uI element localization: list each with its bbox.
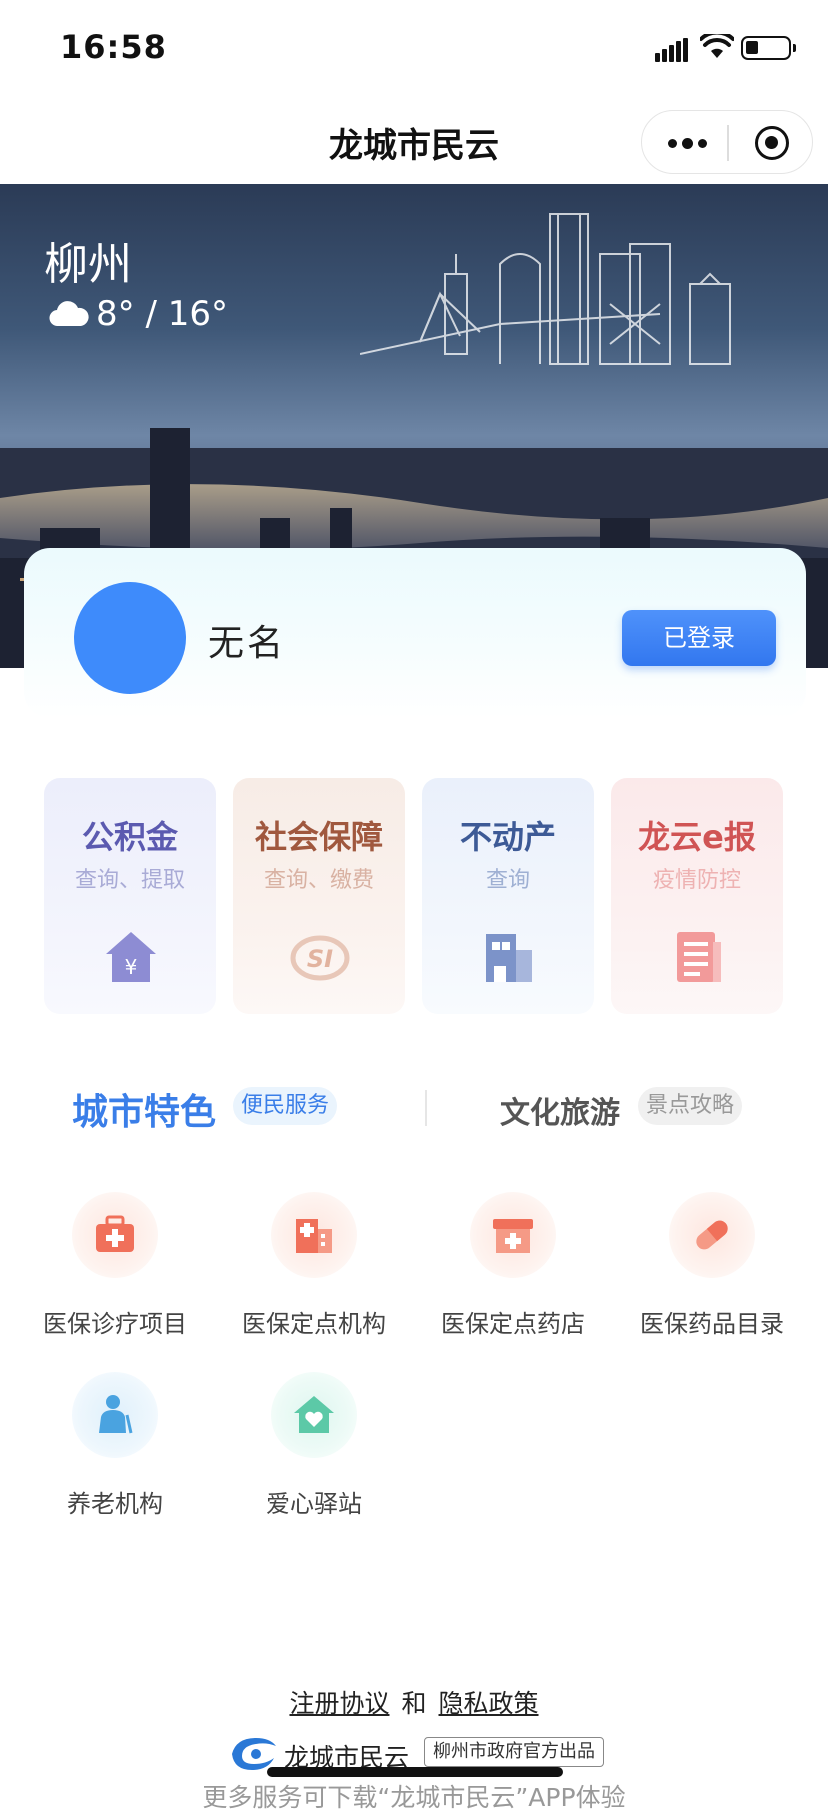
outline-skyline <box>360 213 731 365</box>
card-subtitle: 查询 <box>485 868 530 893</box>
service-label: 养老机构 <box>67 1490 163 1518</box>
title-bar: 龙城市民云 <box>0 98 828 184</box>
hospital-icon <box>296 1219 332 1253</box>
service-label: 医保药品目录 <box>640 1310 784 1338</box>
wifi-icon <box>700 34 734 58</box>
service-designated-institutions[interactable]: 医保定点机构 <box>219 1192 409 1342</box>
elderly-icon <box>99 1395 133 1434</box>
close-target-icon[interactable] <box>755 126 789 160</box>
tab-divider <box>425 1090 427 1126</box>
user-card: 无名 已登录 <box>24 548 806 718</box>
document-icon <box>677 932 721 982</box>
pill-icon <box>696 1220 728 1250</box>
service-elderly-care[interactable]: 养老机构 <box>20 1372 210 1522</box>
card-social-security[interactable]: 社会保障 查询、缴费 SI <box>233 778 405 1014</box>
register-agreement-link[interactable]: 注册协议 <box>289 1689 389 1718</box>
card-longyun-ebao[interactable]: 龙云e报 疫情防控 <box>611 778 783 1014</box>
heart-house-icon <box>294 1396 334 1433</box>
service-medical-items[interactable]: 医保诊疗项目 <box>20 1192 210 1342</box>
service-label: 医保诊疗项目 <box>43 1310 187 1338</box>
cloud-icon <box>49 301 89 327</box>
capsule-divider <box>727 125 729 161</box>
svg-text:¥: ¥ <box>125 955 138 979</box>
pharmacy-icon <box>493 1219 533 1253</box>
mini-program-capsule <box>641 110 813 174</box>
tag-scenic-guides: 景点攻略 <box>638 1087 743 1125</box>
card-real-estate[interactable]: 不动产 查询 <box>422 778 594 1014</box>
home-indicator <box>267 1767 563 1777</box>
user-name: 无名 <box>208 623 287 664</box>
card-housing-fund[interactable]: 公积金 查询、提取 ¥ <box>44 778 216 1014</box>
weather: 8° / 16° <box>48 294 228 334</box>
more-menu-icon[interactable] <box>668 138 707 149</box>
battery-icon <box>741 36 796 60</box>
service-drug-catalog[interactable]: 医保药品目录 <box>617 1192 807 1342</box>
card-title: 公积金 <box>81 818 178 856</box>
medical-kit-icon <box>96 1215 134 1252</box>
privacy-policy-link[interactable]: 隐私政策 <box>439 1689 539 1718</box>
login-status-button[interactable]: 已登录 <box>622 610 776 666</box>
card-title: 龙云e报 <box>638 818 756 856</box>
service-label: 医保定点机构 <box>242 1310 386 1338</box>
card-subtitle: 查询、缴费 <box>263 868 374 893</box>
card-title: 不动产 <box>459 818 556 856</box>
and-text: 和 <box>401 1689 427 1718</box>
service-label: 医保定点药店 <box>441 1310 585 1338</box>
service-love-station[interactable]: 爱心驿站 <box>219 1372 409 1522</box>
status-bar: 16:58 <box>0 0 828 98</box>
avatar[interactable] <box>74 582 186 694</box>
card-subtitle: 疫情防控 <box>652 868 741 893</box>
card-subtitle: 查询、提取 <box>74 868 185 893</box>
footer-official-tag: 柳州市政府官方出品 <box>424 1737 604 1767</box>
city-name: 柳州 <box>44 239 132 290</box>
svg-text:SI: SI <box>307 945 333 973</box>
house-yuan-icon: ¥ <box>106 932 156 982</box>
tab-city-features[interactable]: 城市特色 <box>72 1083 216 1135</box>
download-hint: 更多服务可下载“龙城市民云”APP体验 <box>202 1783 626 1812</box>
si-logo-icon: SI <box>290 935 350 981</box>
signal-icon <box>655 38 689 62</box>
temperature: 8° / 16° <box>96 294 228 334</box>
building-icon <box>486 934 532 982</box>
service-designated-pharmacies[interactable]: 医保定点药店 <box>418 1192 608 1342</box>
service-label: 爱心驿站 <box>266 1490 362 1518</box>
tab-culture-tourism[interactable]: 文化旅游 <box>500 1088 620 1132</box>
status-time: 16:58 <box>60 28 167 66</box>
tag-convenience-services: 便民服务 <box>233 1087 338 1125</box>
card-title: 社会保障 <box>254 818 383 856</box>
agreement-links: 注册协议和隐私政策 <box>0 1684 828 1720</box>
